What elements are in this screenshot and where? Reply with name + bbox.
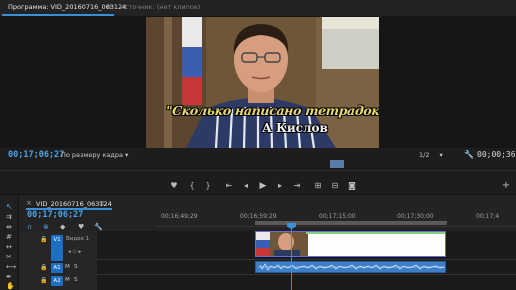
- close-icon[interactable]: ×: [26, 199, 32, 207]
- track-select-icon[interactable]: ⇉: [6, 213, 12, 221]
- ruler-label: 00;17;4: [476, 213, 500, 220]
- solo-a2[interactable]: S: [74, 277, 78, 283]
- lock-icon[interactable]: 🔒: [40, 264, 47, 271]
- ripple-edit-icon[interactable]: ⇹: [6, 223, 12, 231]
- tab-source[interactable]: Источник: (нет клипов): [120, 3, 200, 11]
- step-back-icon[interactable]: ◂: [240, 181, 252, 190]
- play-icon[interactable]: ▶: [257, 181, 269, 191]
- panel-menu-icon[interactable]: ≡: [106, 3, 112, 11]
- slip-tool-icon[interactable]: ⟷: [6, 263, 16, 271]
- mark-out-icon[interactable]: }: [202, 181, 214, 190]
- linked-selection-icon[interactable]: ⊗: [43, 223, 49, 231]
- add-marker-icon[interactable]: ◆: [60, 223, 65, 231]
- program-duration: 00;00;36;29: [477, 150, 516, 159]
- fit-dropdown[interactable]: По размеру кадра ▾: [61, 151, 128, 159]
- resolution-label: 1/2: [419, 151, 430, 159]
- sequence-menu-icon[interactable]: ≡: [99, 199, 105, 207]
- caption-quote: "Сколько написано тетрадок...": [165, 103, 379, 118]
- hand-tool-icon[interactable]: ✋: [6, 282, 15, 290]
- marker-icon[interactable]: ♥: [168, 181, 180, 190]
- active-tab-indicator: [2, 14, 114, 16]
- selection-tool-icon[interactable]: ↖: [6, 202, 13, 211]
- mute-a2[interactable]: M: [65, 277, 70, 283]
- rate-stretch-icon[interactable]: ↔: [6, 243, 12, 251]
- camera-icon[interactable]: ◙: [346, 181, 358, 190]
- work-area-bar[interactable]: [255, 221, 447, 225]
- program-scrubber[interactable]: [0, 162, 516, 170]
- track-name-v1: Видео 1: [66, 236, 90, 242]
- mute-a1[interactable]: M: [65, 264, 70, 270]
- lock-icon[interactable]: 🔒: [40, 236, 47, 243]
- caption-author: А Кислов: [262, 121, 328, 135]
- rolling-edit-icon[interactable]: #: [6, 233, 12, 241]
- track-target-a2[interactable]: A2: [51, 276, 63, 286]
- solo-a1[interactable]: S: [74, 264, 78, 270]
- lock-icon[interactable]: 🔒: [40, 277, 47, 284]
- keyframe-nav-icon[interactable]: ◂ ◇ ▸: [68, 249, 81, 255]
- go-to-in-icon[interactable]: ⇤: [223, 181, 235, 190]
- program-timecode[interactable]: 00;17;06;27: [8, 150, 64, 160]
- add-button-icon[interactable]: +: [500, 180, 512, 191]
- chevron-down-icon: ▾: [439, 151, 443, 159]
- track-v1-expand[interactable]: [51, 245, 63, 261]
- scrubber-playhead[interactable]: [330, 160, 344, 168]
- divider: [0, 170, 516, 171]
- fit-label: По размеру кадра: [61, 151, 123, 159]
- ruler-label: 00;17;30;00: [397, 213, 434, 220]
- video-frame: "Сколько написано тетрадок..." А Кислов: [146, 17, 379, 148]
- audio-waveform: [258, 263, 445, 271]
- lift-icon[interactable]: ⊞: [312, 181, 324, 190]
- resolution-dropdown[interactable]: 1/2 ▾: [419, 151, 443, 159]
- playhead-line[interactable]: [291, 225, 292, 290]
- go-to-out-icon[interactable]: ⇥: [291, 181, 303, 190]
- step-forward-icon[interactable]: ▸: [274, 181, 286, 190]
- ruler-label: 00;16;59;29: [240, 213, 277, 220]
- track-target-a1[interactable]: A1: [51, 263, 63, 273]
- chevron-down-icon: ▾: [125, 151, 129, 159]
- clip-fx-bar: [306, 232, 445, 234]
- mark-in-icon[interactable]: {: [186, 181, 198, 190]
- ruler-baseline: [156, 226, 516, 227]
- marker-icon[interactable]: ♥: [78, 223, 84, 231]
- track-divider: [97, 259, 516, 260]
- pen-tool-icon[interactable]: ✒: [6, 273, 12, 281]
- video-clip[interactable]: [255, 231, 446, 257]
- extract-icon[interactable]: ⊟: [329, 181, 341, 190]
- snap-icon[interactable]: ∩: [27, 223, 32, 231]
- ruler-label: 00;16;49;29: [161, 213, 198, 220]
- ruler-label: 00;17;15;00: [319, 213, 356, 220]
- track-divider: [97, 274, 516, 275]
- track-target-v1[interactable]: V1: [51, 235, 63, 245]
- clip-thumbnail: [256, 232, 308, 256]
- sequence-timecode[interactable]: 00;17;06;27: [27, 210, 83, 220]
- wrench-icon[interactable]: 🔧: [464, 150, 474, 159]
- razor-icon[interactable]: ✂: [6, 253, 12, 261]
- audio-clip[interactable]: [255, 261, 446, 273]
- wrench-icon[interactable]: 🔧: [94, 223, 103, 231]
- panel-divider: [0, 194, 516, 195]
